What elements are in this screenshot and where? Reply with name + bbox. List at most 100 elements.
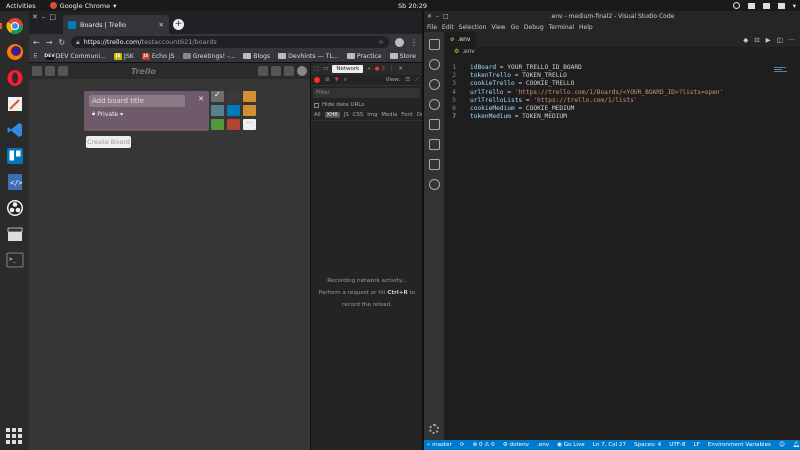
docker-icon[interactable]: [428, 139, 440, 150]
dock-terminal[interactable]: >_: [4, 249, 26, 271]
type-filter-font[interactable]: Font: [401, 112, 413, 118]
filter-icon[interactable]: ▼: [335, 77, 339, 83]
background-swatch[interactable]: [243, 105, 256, 116]
minimize-window-icon[interactable]: –: [436, 13, 439, 20]
code-line[interactable]: 6 cookieMedium = COOKIE_MEDIUM: [444, 104, 800, 112]
code-line[interactable]: 3 cookieTrello = COOKIE_TRELLO: [444, 80, 800, 88]
background-swatch[interactable]: [227, 119, 240, 130]
line-ending[interactable]: LF: [694, 442, 700, 448]
smiley-icon[interactable]: ☺: [779, 442, 785, 448]
menu-debug[interactable]: Debug: [524, 24, 544, 31]
sync-icon[interactable]: ⟳: [460, 442, 465, 448]
menu-icon[interactable]: ⋮: [410, 38, 418, 47]
minimap[interactable]: [774, 67, 788, 73]
run-icon[interactable]: ▶: [766, 36, 771, 44]
create-board-button[interactable]: Create Board: [86, 136, 131, 148]
hide-data-urls-checkbox[interactable]: [314, 102, 319, 108]
more-backgrounds-button[interactable]: ···: [243, 119, 256, 130]
background-swatch[interactable]: [211, 90, 224, 102]
search-icon[interactable]: ⌕: [344, 77, 347, 84]
code-editor[interactable]: 1 idBoard = YOUR_TRELLO_ID_BOARD 2 tokenTre…: [444, 63, 800, 440]
devtools-close-icon[interactable]: ✕: [398, 66, 403, 72]
encoding[interactable]: UTF-8: [669, 442, 685, 448]
forward-icon[interactable]: →: [46, 38, 53, 47]
bookmark-item[interactable]: Greetings! -...: [182, 53, 235, 60]
boards-icon[interactable]: [45, 66, 55, 76]
dock-trello[interactable]: [4, 145, 26, 167]
network-filter-input[interactable]: Filter: [313, 88, 420, 98]
dock-chrome[interactable]: [0, 15, 26, 37]
large-rows-icon[interactable]: ☰: [405, 77, 410, 83]
git-branch[interactable]: ⑂ master: [427, 442, 452, 448]
bookmark-item[interactable]: Practice: [346, 53, 382, 60]
menu-selection[interactable]: Selection: [459, 24, 487, 31]
bookmark-item[interactable]: JS Echo JS: [141, 52, 175, 60]
close-tab-icon[interactable]: ✕: [159, 21, 164, 29]
menu-terminal[interactable]: Terminal: [549, 24, 574, 31]
avatar[interactable]: [297, 66, 307, 76]
address-bar[interactable]: 🔒︎ https://trello.com/testaccount621/boa…: [71, 36, 389, 48]
code-line[interactable]: 7 tokenMedium = TOKEN_MEDIUM: [444, 113, 800, 121]
activities-button[interactable]: Activities: [6, 2, 36, 10]
more-actions-icon[interactable]: ···: [789, 36, 795, 44]
device-icon[interactable]: ▭: [323, 66, 328, 72]
dock-vscode[interactable]: [4, 119, 26, 141]
more-tabs-icon[interactable]: »: [367, 66, 370, 72]
problems-count[interactable]: ⊗ 0 ⚠ 0: [473, 442, 495, 448]
background-swatch[interactable]: [243, 91, 256, 102]
type-filter-all[interactable]: All: [314, 112, 321, 118]
dock-code[interactable]: </>: [4, 171, 26, 193]
app-menu[interactable]: Google Chrome ▾: [49, 2, 116, 10]
bookmark-star-icon[interactable]: ☆: [378, 38, 384, 46]
privacy-selector[interactable]: 🔒︎ Private ▾: [92, 110, 123, 118]
menu-edit[interactable]: Edit: [442, 24, 454, 31]
menu-file[interactable]: File: [427, 24, 437, 31]
reload-icon[interactable]: ↻: [58, 38, 65, 47]
hide-data-urls-option[interactable]: Hide data URLs: [311, 100, 422, 110]
background-swatch[interactable]: [227, 91, 240, 102]
minimize-window-icon[interactable]: –: [42, 13, 46, 21]
info-icon[interactable]: [271, 66, 281, 76]
explorer-icon[interactable]: [428, 39, 440, 50]
bookmark-item[interactable]: Blogs: [243, 53, 270, 60]
back-icon[interactable]: ←: [33, 38, 40, 47]
browser-tab[interactable]: Boards | Trello ✕: [63, 15, 169, 34]
bookmark-item[interactable]: Devhints — TL...: [278, 53, 339, 60]
extensions-icon[interactable]: [428, 119, 440, 130]
bookmark-item[interactable]: Store: [389, 53, 416, 60]
inspect-icon[interactable]: ⬚: [314, 66, 319, 72]
code-line[interactable]: 5 urlTrelloLists = 'https://trello.com/1/…: [444, 96, 800, 104]
live-share-icon[interactable]: [428, 179, 440, 190]
go-live-button[interactable]: ◉ Go Live: [557, 442, 585, 448]
devtools-menu-icon[interactable]: ⋮: [389, 66, 395, 72]
bookmark-item[interactable]: DEV DEV Communi...: [44, 52, 106, 60]
record-icon[interactable]: [314, 77, 320, 83]
background-swatch[interactable]: [211, 105, 224, 116]
tab-env[interactable]: ⚙ .env: [444, 32, 477, 47]
cursor-position[interactable]: Ln 7, Col 27: [593, 442, 626, 448]
notifications-icon[interactable]: [284, 66, 294, 76]
maximize-window-icon[interactable]: □: [49, 13, 56, 21]
split-editor-icon[interactable]: ◫: [777, 36, 783, 44]
bookmark-item[interactable]: JS JSK: [114, 52, 134, 60]
language-mode[interactable]: Environment Variables: [708, 442, 771, 448]
dock-text-editor[interactable]: [4, 93, 26, 115]
clock[interactable]: Sb 20:29: [398, 2, 427, 10]
type-filter-xhr[interactable]: XHR: [324, 112, 340, 118]
account-icon[interactable]: [395, 37, 404, 47]
menu-help[interactable]: Help: [579, 24, 593, 31]
waterfall-icon[interactable]: ⟋: [415, 77, 419, 84]
trello-logo[interactable]: Trello: [131, 67, 156, 76]
menu-go[interactable]: Go: [511, 24, 519, 31]
indentation[interactable]: Spaces: 4: [634, 442, 661, 448]
breadcrumb[interactable]: ⚙ .env: [444, 47, 800, 57]
gear-icon[interactable]: [429, 424, 439, 434]
type-filter-img[interactable]: Img: [367, 112, 377, 118]
status-file[interactable]: .env: [537, 442, 549, 448]
dock-video-editor[interactable]: [4, 223, 26, 245]
code-line[interactable]: 2 tokenTrello = TOKEN_TRELLO: [444, 71, 800, 79]
type-filter-js[interactable]: JS: [344, 112, 349, 118]
error-badge[interactable]: ● 3: [375, 66, 385, 72]
system-tray[interactable]: ▾: [732, 2, 796, 10]
add-icon[interactable]: [258, 66, 268, 76]
